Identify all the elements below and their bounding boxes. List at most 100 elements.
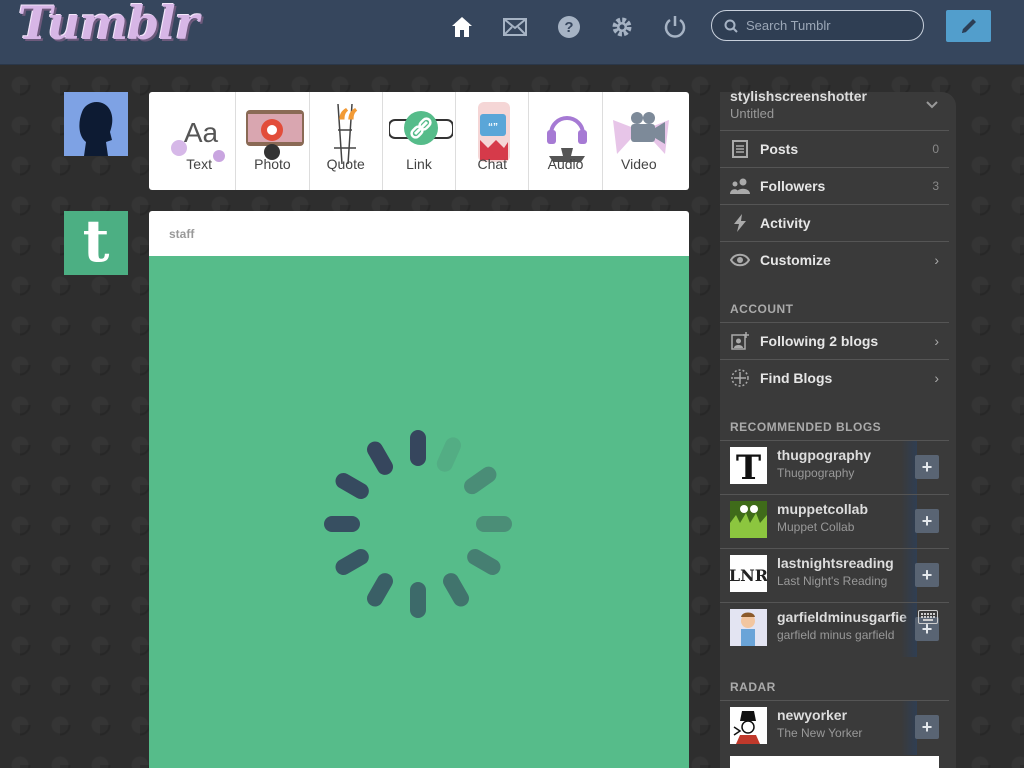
radar-blog[interactable]: newyorker The New Yorker + <box>720 700 949 755</box>
chevron-right-icon: › <box>934 332 939 349</box>
radar-post-preview[interactable] <box>730 756 939 768</box>
post-type-link[interactable]: Link <box>383 92 457 190</box>
user-avatar[interactable] <box>64 92 128 156</box>
search-icon <box>724 19 738 33</box>
followers-icon <box>730 176 750 196</box>
svg-text:“”: “” <box>488 122 498 133</box>
blog-title: garfield minus garfield <box>777 628 895 642</box>
blog-title: Muppet Collab <box>777 520 855 534</box>
sidebar-item-label: Posts <box>760 140 799 157</box>
sidebar-item-customize[interactable]: Customize › <box>720 241 949 277</box>
post-type-text[interactable]: Aa Text <box>163 92 237 190</box>
blog-avatar <box>730 501 767 538</box>
radar-heading: RADAR <box>730 680 776 694</box>
post-type-label: Photo <box>254 156 291 172</box>
post-type-bar: Aa Text Photo “ Quote Link “” Chat Audio… <box>149 92 689 190</box>
gear-icon[interactable] <box>609 14 635 40</box>
blog-name: stylishscreenshotter <box>730 88 867 104</box>
add-contact-icon <box>730 331 750 351</box>
link-icon <box>388 111 453 145</box>
post-type-label: Text <box>186 156 212 172</box>
top-navigation-bar: Tumblr ? <box>0 0 1024 65</box>
power-icon[interactable] <box>662 14 688 40</box>
lightning-icon <box>730 213 750 233</box>
posts-count: 0 <box>932 141 939 156</box>
chevron-right-icon: › <box>934 369 939 386</box>
sidebar-item-find-blogs[interactable]: Find Blogs › <box>720 359 949 395</box>
post-type-video[interactable]: Video <box>603 92 675 190</box>
mail-icon[interactable] <box>502 14 528 40</box>
sidebar-item-posts[interactable]: Posts 0 <box>720 130 949 166</box>
follow-button[interactable]: + <box>915 715 939 739</box>
svg-text:T: T <box>736 448 761 484</box>
blog-avatar <box>730 707 767 744</box>
blog-name: muppetcollab <box>777 501 869 517</box>
tumblr-t-icon: t <box>82 207 110 275</box>
compass-icon <box>730 368 750 388</box>
sidebar-item-followers[interactable]: Followers 3 <box>720 167 949 203</box>
staff-avatar[interactable]: t <box>64 207 128 275</box>
sidebar-item-label: Followers <box>760 177 826 194</box>
sidebar-item-label: Following 2 blogs <box>760 332 879 349</box>
sidebar-item-label: Activity <box>760 214 811 231</box>
svg-text:LNR: LNR <box>730 566 767 585</box>
blog-name: newyorker <box>777 707 848 723</box>
recommended-blog[interactable]: garfieldminusgarfie garfield minus garfi… <box>720 602 949 657</box>
silhouette-icon <box>64 92 128 156</box>
posts-icon <box>730 139 750 159</box>
post-type-label: Video <box>621 156 657 172</box>
help-icon[interactable]: ? <box>556 14 582 40</box>
post-type-quote[interactable]: “ Quote <box>310 92 383 190</box>
compose-post-button[interactable] <box>946 10 991 42</box>
text-icon: Aa <box>171 117 225 162</box>
blog-avatar <box>730 609 767 646</box>
camera-icon <box>246 110 305 160</box>
headphones-icon <box>547 116 588 162</box>
keyboard-icon[interactable] <box>918 610 938 624</box>
post-type-chat[interactable]: “” Chat <box>456 92 530 190</box>
sidebar-item-following[interactable]: Following 2 blogs › <box>720 322 949 358</box>
follow-button[interactable]: + <box>915 455 939 479</box>
search-input[interactable] <box>744 17 918 34</box>
home-icon[interactable] <box>449 14 475 40</box>
followers-count: 3 <box>932 178 939 193</box>
follow-button[interactable]: + <box>915 509 939 533</box>
post-type-audio[interactable]: Audio <box>529 92 603 190</box>
svg-text:Aa: Aa <box>184 117 219 148</box>
eye-icon <box>730 250 750 270</box>
post-author[interactable]: staff <box>169 227 194 241</box>
quote-icon: “ <box>333 101 359 164</box>
post-type-label: Link <box>406 156 432 172</box>
svg-text:?: ? <box>564 19 573 36</box>
recommended-blog[interactable]: muppetcollab Muppet Collab + <box>720 494 949 549</box>
chevron-down-icon[interactable] <box>925 98 939 112</box>
blog-title: The New Yorker <box>777 726 863 740</box>
chat-icon: “” <box>478 102 511 162</box>
recommended-heading: RECOMMENDED BLOGS <box>730 420 882 434</box>
blog-title: Thugpography <box>777 466 855 480</box>
post-type-label: Quote <box>326 156 365 172</box>
follow-button[interactable]: + <box>915 563 939 587</box>
blog-avatar: T <box>730 447 767 484</box>
post-media <box>149 256 689 768</box>
blog-title: Untitled <box>730 106 775 121</box>
dashboard-post: staff <box>149 211 689 768</box>
post-type-label: Chat <box>477 156 508 172</box>
video-camera-icon <box>612 112 669 154</box>
blog-name: garfieldminusgarfie <box>777 609 907 625</box>
recommended-blog[interactable]: LNR lastnightsreading Last Night's Readi… <box>720 548 949 603</box>
loading-spinner-icon <box>324 430 512 618</box>
search-box[interactable] <box>711 10 924 41</box>
blog-name: thugpography <box>777 447 872 463</box>
svg-text:“: “ <box>336 101 359 148</box>
blog-avatar: LNR <box>730 555 767 592</box>
post-type-photo[interactable]: Photo <box>236 92 310 190</box>
sidebar-item-activity[interactable]: Activity <box>720 204 949 240</box>
blog-name: lastnightsreading <box>777 555 894 571</box>
recommended-blog[interactable]: T thugpography Thugpography + <box>720 440 949 495</box>
sidebar-item-label: Customize <box>760 251 831 268</box>
tumblr-logo[interactable]: Tumblr <box>18 0 199 50</box>
post-type-label: Audio <box>547 156 584 172</box>
blog-switcher[interactable]: stylishscreenshotter Untitled <box>730 88 867 121</box>
blog-title: Last Night's Reading <box>777 574 888 588</box>
